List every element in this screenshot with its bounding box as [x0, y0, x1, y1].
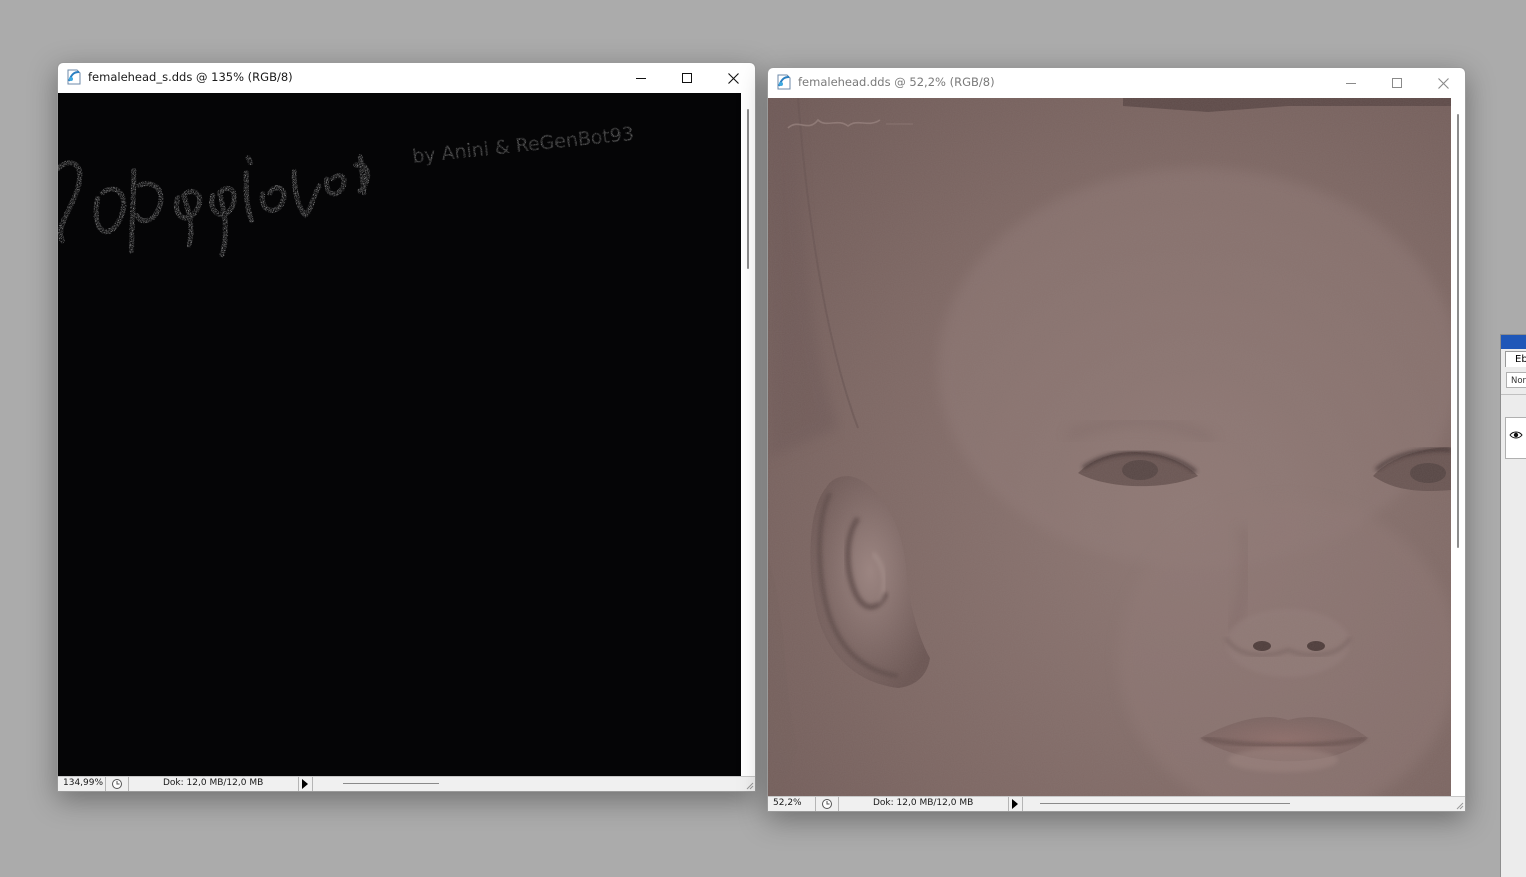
horizontal-scrollbar[interactable]	[343, 783, 439, 784]
maximize-button[interactable]	[664, 63, 710, 93]
close-icon	[727, 72, 739, 84]
title-bar[interactable]: femalehead.dds @ 52,2% (RGB/8)	[768, 68, 1465, 98]
divider	[105, 777, 106, 791]
document-size: Dok: 12,0 MB/12,0 MB	[873, 798, 974, 808]
title-bar[interactable]: femalehead_s.dds @ 135% (RGB/8)	[58, 63, 755, 93]
resize-grip-icon[interactable]	[746, 782, 754, 790]
horizontal-scrollbar[interactable]	[1040, 803, 1290, 804]
window-title: femalehead_s.dds @ 135% (RGB/8)	[88, 70, 293, 84]
maximize-button[interactable]	[1374, 68, 1420, 98]
document-window-diffuse[interactable]: femalehead.dds @ 52,2% (RGB/8) 52,2% Dok…	[767, 67, 1466, 812]
resize-grip-icon[interactable]	[1456, 802, 1464, 810]
divider	[1008, 797, 1009, 811]
divider	[1022, 797, 1023, 811]
divider	[312, 777, 313, 791]
vertical-scrollbar[interactable]	[741, 93, 755, 776]
triangle-right-icon[interactable]	[1012, 799, 1018, 809]
minimize-button[interactable]	[618, 63, 664, 93]
zoom-level[interactable]: 134,99%	[63, 778, 103, 788]
timing-icon[interactable]	[111, 778, 123, 790]
photoshop-document-icon	[776, 74, 792, 90]
document-window-specular[interactable]: femalehead_s.dds @ 135% (RGB/8) by Anini…	[57, 62, 756, 792]
specular-texture-image: by Anini & ReGenBot93 by Anini & ReGenBo…	[58, 123, 635, 258]
eye-icon[interactable]	[1509, 430, 1523, 440]
close-button[interactable]	[1420, 68, 1466, 98]
maximize-icon	[1392, 78, 1402, 88]
maximize-icon	[682, 73, 692, 83]
divider	[128, 777, 129, 791]
zoom-level[interactable]: 52,2%	[773, 798, 802, 808]
minimize-button[interactable]	[1328, 68, 1374, 98]
close-button[interactable]	[710, 63, 756, 93]
minimize-icon	[1346, 83, 1356, 84]
status-bar: 134,99% Dok: 12,0 MB/12,0 MB	[58, 776, 755, 791]
image-canvas[interactable]: by Anini & ReGenBot93 by Anini & ReGenBo…	[58, 93, 741, 776]
timing-icon[interactable]	[821, 798, 833, 810]
divider	[298, 777, 299, 791]
tab-layers[interactable]: Eb	[1505, 351, 1526, 367]
window-title: femalehead.dds @ 52,2% (RGB/8)	[798, 75, 995, 89]
scrollbar-thumb[interactable]	[747, 109, 749, 269]
scrollbar-thumb[interactable]	[1457, 114, 1459, 548]
blend-mode-select[interactable]: Nor	[1506, 372, 1526, 388]
divider	[815, 797, 816, 811]
document-size: Dok: 12,0 MB/12,0 MB	[163, 778, 264, 788]
vertical-scrollbar[interactable]	[1451, 98, 1465, 797]
triangle-right-icon[interactable]	[302, 779, 308, 789]
close-icon	[1437, 77, 1449, 89]
watermark-text-shadow: by Anini & ReGenBot93	[411, 123, 635, 168]
layers-panel[interactable]: Eb Nor	[1500, 334, 1526, 877]
diffuse-texture-image	[768, 98, 1451, 797]
image-canvas[interactable]	[768, 98, 1451, 797]
layer-row[interactable]	[1505, 417, 1526, 459]
panel-header[interactable]	[1501, 335, 1526, 349]
divider	[1501, 394, 1526, 395]
photoshop-document-icon	[66, 69, 82, 85]
divider	[838, 797, 839, 811]
minimize-icon	[636, 78, 646, 79]
status-bar: 52,2% Dok: 12,0 MB/12,0 MB	[768, 796, 1465, 811]
